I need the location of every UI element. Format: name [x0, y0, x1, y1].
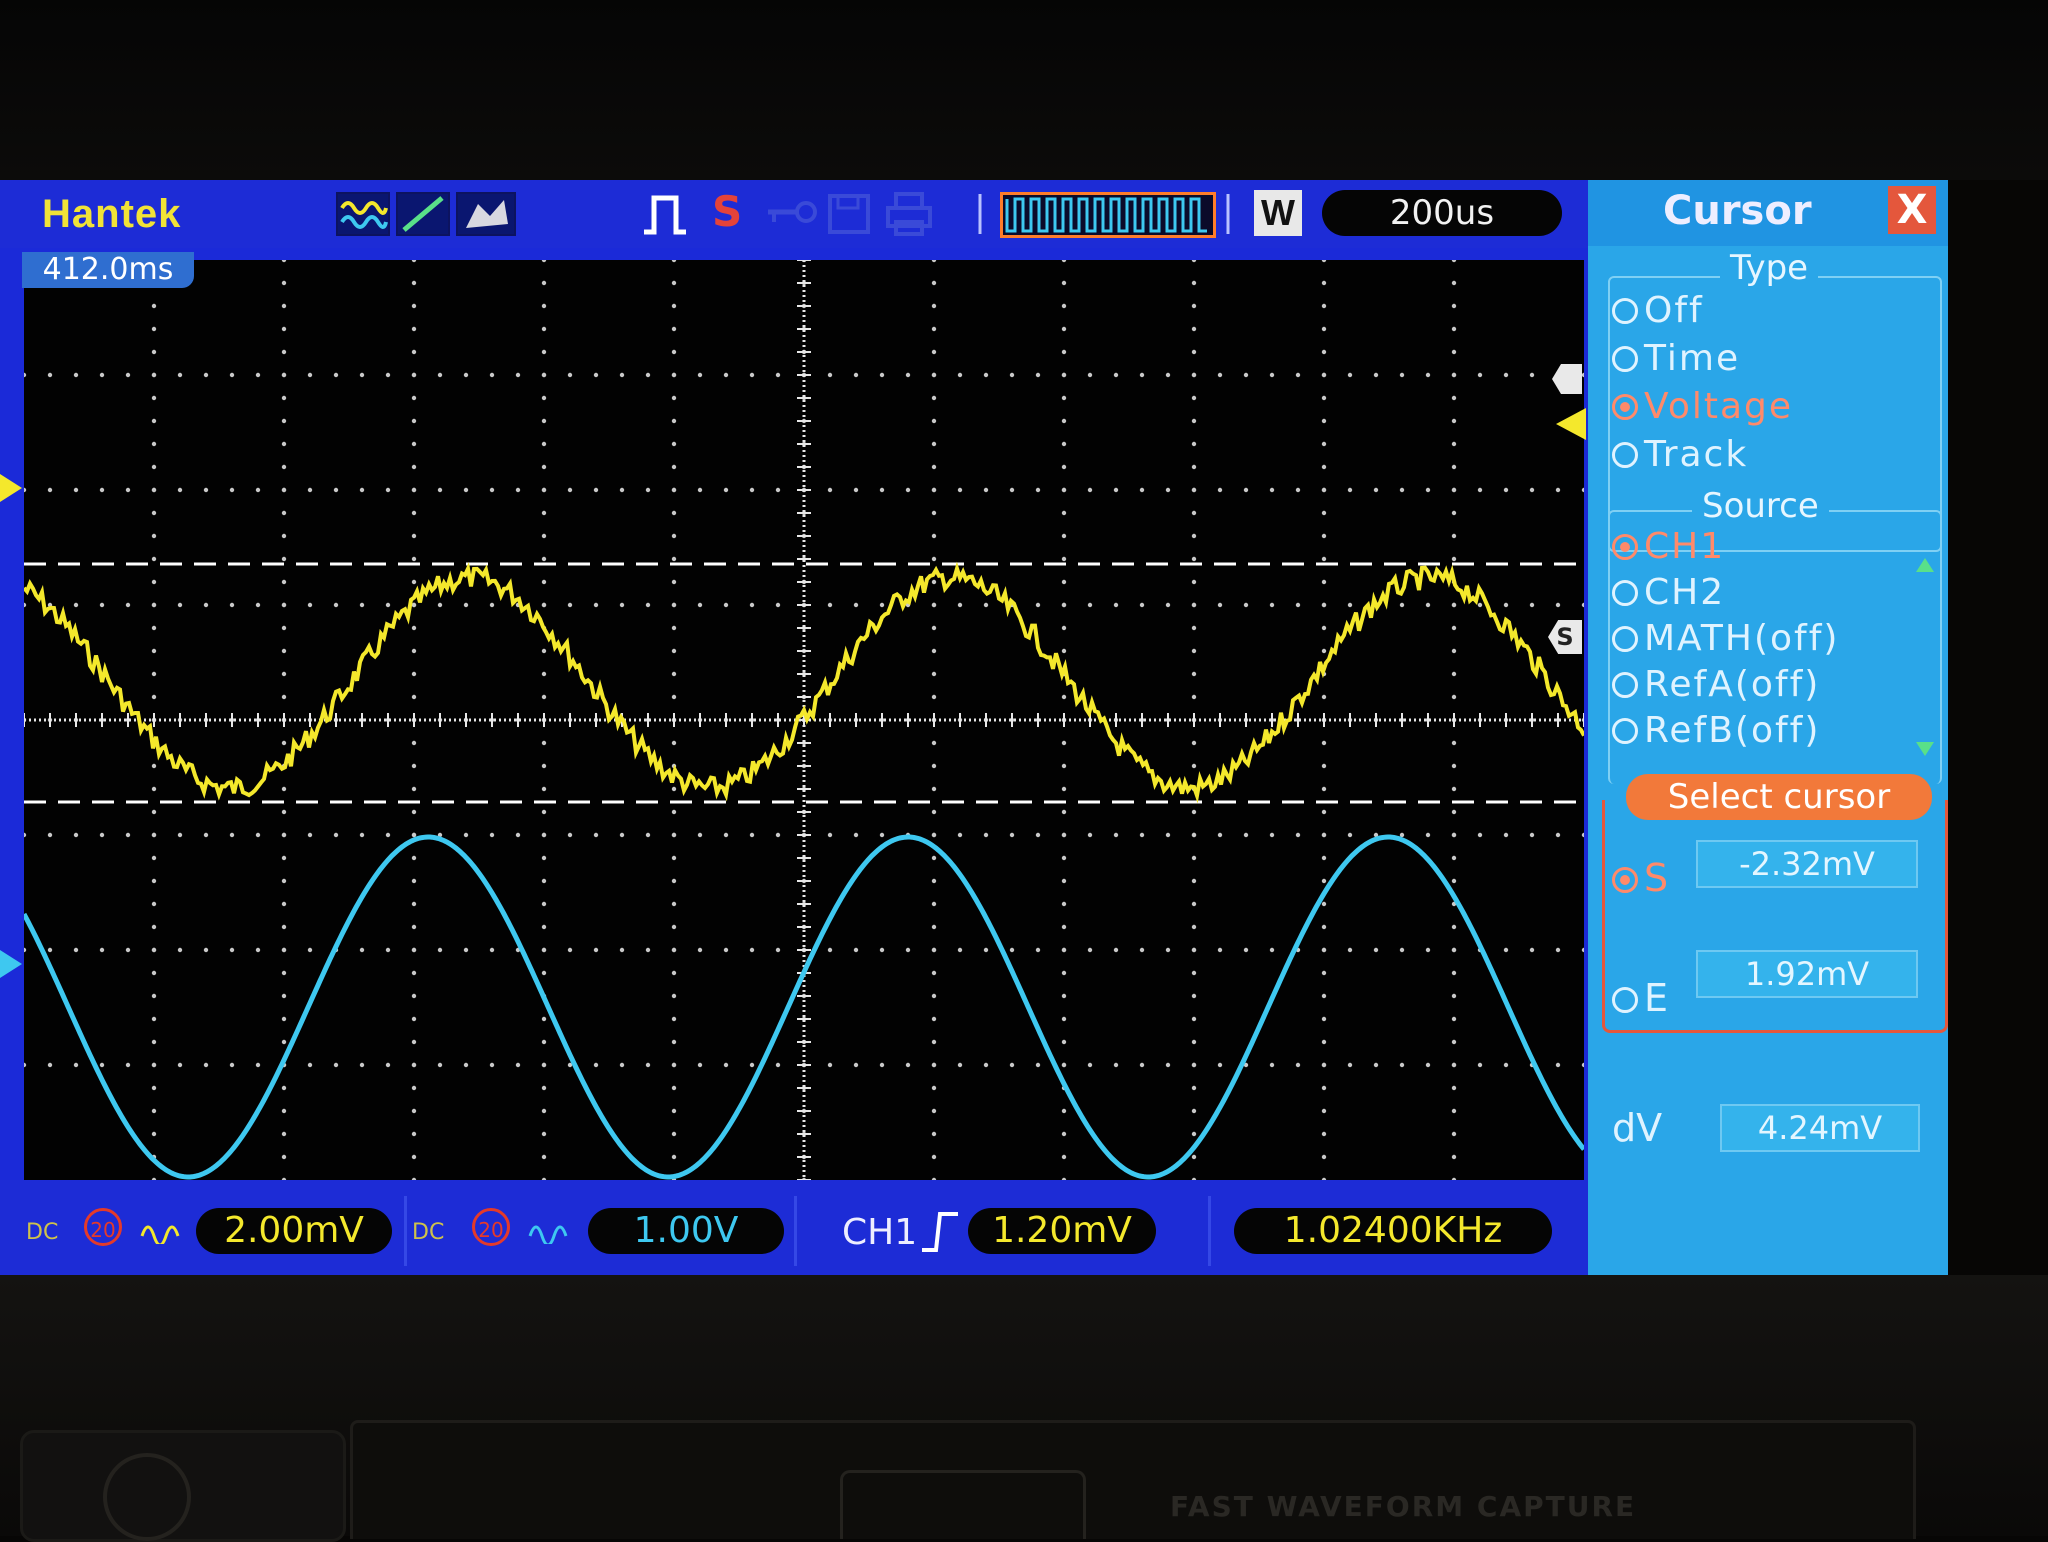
- source-option-refa-off[interactable]: RefA(off): [1612, 664, 1820, 705]
- waveform-plot: [21, 257, 1587, 1183]
- type-option-off[interactable]: Off: [1612, 290, 1704, 331]
- status-bar: DC 20 2.00mV DC 20 1.00V CH1 1.20mV 1.02…: [0, 1180, 1588, 1280]
- type-option-voltage[interactable]: Voltage: [1612, 386, 1793, 427]
- waveform-icon[interactable]: [336, 192, 390, 236]
- radio-selected-icon: [1612, 534, 1638, 560]
- radio-unselected-icon: [1612, 442, 1638, 468]
- cursor-s-value[interactable]: -2.32mV: [1696, 840, 1918, 888]
- usb-port: [840, 1470, 1086, 1539]
- source-option-math-off[interactable]: MATH(off): [1612, 618, 1839, 659]
- title-bar: Hantek S W 200us: [0, 180, 1588, 248]
- oscilloscope-screen: Hantek S W 200us 412.0ms S DC 20 2.00mV …: [0, 180, 1948, 1280]
- radio-selected-icon: [1612, 394, 1638, 420]
- option-label: CH1: [1644, 526, 1726, 567]
- ch2-ground-marker: [0, 950, 22, 978]
- option-label: CH2: [1644, 572, 1726, 613]
- cursor-s-label: S: [1644, 856, 1671, 900]
- frequency-readout: 1.02400KHz: [1234, 1208, 1552, 1254]
- pulse-icon: [640, 192, 690, 235]
- type-option-time[interactable]: Time: [1612, 338, 1740, 379]
- status-separator: [794, 1196, 797, 1266]
- source-option-ch1[interactable]: CH1: [1612, 526, 1725, 567]
- center-axes: [23, 259, 1585, 1181]
- device-silk-label: FAST WAVEFORM CAPTURE: [1170, 1490, 1637, 1523]
- device-bezel-top: [0, 0, 2048, 180]
- cursor-s-option[interactable]: S: [1612, 856, 1670, 900]
- trigger-s-icon: S: [712, 187, 743, 236]
- option-label: Voltage: [1644, 386, 1794, 427]
- scroll-down-icon[interactable]: [1916, 742, 1934, 756]
- save-icon: [826, 192, 872, 234]
- ch1-probe-icon: [140, 1214, 184, 1254]
- radio-unselected-icon: [1612, 580, 1638, 606]
- type-option-track[interactable]: Track: [1612, 434, 1748, 475]
- option-label: RefA(off): [1644, 664, 1821, 705]
- ch1-bandwidth-limit: 20: [84, 1208, 122, 1246]
- radio-unselected-icon: [1612, 987, 1638, 1013]
- scroll-up-icon[interactable]: [1916, 558, 1934, 572]
- waveform-graticule: [21, 257, 1587, 1183]
- ch2-scale[interactable]: 1.00V: [588, 1208, 784, 1254]
- radio-unselected-icon: [1612, 626, 1638, 652]
- radio-selected-icon: [1612, 867, 1638, 893]
- memory-bar-left: [970, 192, 990, 234]
- radio-unselected-icon: [1612, 718, 1638, 744]
- status-separator: [404, 1196, 407, 1266]
- cursor-type-label: Type: [1720, 248, 1819, 288]
- trigger-source: CH1: [842, 1212, 918, 1253]
- cursor-e-label: E: [1644, 976, 1671, 1020]
- memory-depth-indicator: [1000, 192, 1216, 238]
- cursor-line-icon[interactable]: [396, 192, 450, 236]
- cursor-e-value[interactable]: 1.92mV: [1696, 950, 1918, 998]
- cursor-menu-panel: Cursor X Type Off Time Voltage Track Source…: [1588, 180, 1948, 1280]
- ch2-coupling: DC: [412, 1220, 445, 1245]
- option-label: Off: [1644, 290, 1704, 331]
- device-panel-slot: [350, 1420, 1916, 1539]
- ch1-coupling: DC: [26, 1220, 59, 1245]
- radio-unselected-icon: [1612, 298, 1638, 324]
- trigger-level[interactable]: 1.20mV: [968, 1208, 1156, 1254]
- ch2-probe-icon: [528, 1214, 572, 1254]
- rising-edge-icon: [918, 1208, 962, 1252]
- option-label: MATH(off): [1644, 618, 1840, 659]
- memory-bar-right: [1218, 192, 1238, 234]
- delta-v-value: 4.24mV: [1720, 1104, 1920, 1152]
- horizontal-position-tag: 412.0ms: [22, 252, 194, 288]
- option-label: Track: [1644, 434, 1749, 475]
- status-separator: [1208, 1196, 1211, 1266]
- ch1-ground-marker: [0, 474, 22, 502]
- cursor-e-option[interactable]: E: [1612, 976, 1670, 1020]
- power-button: [20, 1430, 346, 1542]
- radio-unselected-icon: [1612, 346, 1638, 372]
- close-button[interactable]: X: [1888, 186, 1936, 234]
- print-icon: [884, 192, 934, 236]
- timebase-readout[interactable]: 200us: [1322, 190, 1562, 236]
- option-label: RefB(off): [1644, 710, 1821, 751]
- select-cursor-header: Select cursor: [1626, 774, 1932, 820]
- option-label: Time: [1644, 338, 1741, 379]
- ch2-bandwidth-limit: 20: [472, 1208, 510, 1246]
- cursor-menu-title: Cursor: [1663, 188, 1812, 234]
- cursor-menu-header: Cursor X: [1588, 180, 1948, 246]
- brand-logo: Hantek: [42, 192, 182, 236]
- probe-icon[interactable]: [456, 192, 516, 236]
- delta-v-label: dV: [1612, 1106, 1663, 1150]
- trigger-level-marker: [1556, 408, 1586, 440]
- source-option-ch2[interactable]: CH2: [1612, 572, 1725, 613]
- ch1-scale[interactable]: 2.00mV: [196, 1208, 392, 1254]
- cursor-source-label: Source: [1692, 486, 1829, 526]
- source-option-refb-off[interactable]: RefB(off): [1612, 710, 1820, 751]
- key-icon: [764, 192, 818, 232]
- radio-unselected-icon: [1612, 672, 1638, 698]
- waveform-mode-indicator: W: [1254, 190, 1302, 236]
